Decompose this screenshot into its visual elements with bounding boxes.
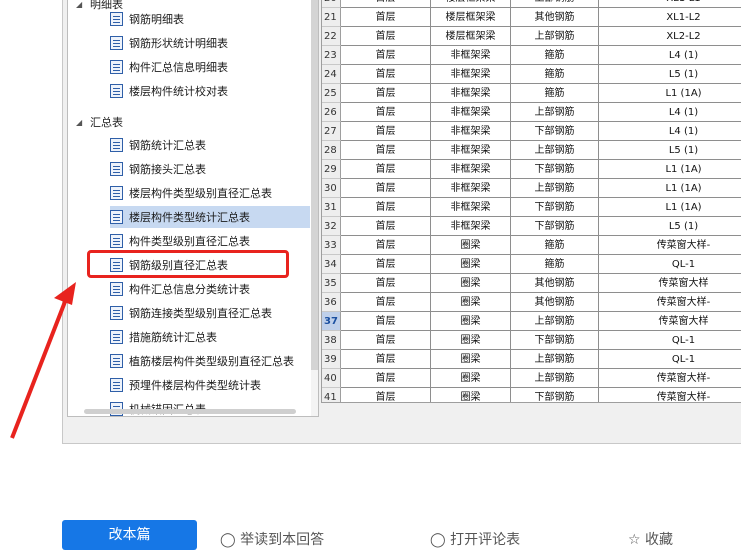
arrow-head-icon <box>54 282 76 305</box>
footer-action-3[interactable]: ☆ 收藏 <box>628 529 673 549</box>
footer-action-1[interactable]: ◯ 举读到本回答 <box>220 529 324 549</box>
footer-action-2[interactable]: ◯ 打开评论表 <box>430 529 520 549</box>
arrow-shaft <box>10 293 70 439</box>
footer-action-label: 打开评论表 <box>450 532 521 548</box>
footer-action-label: 举读到本回答 <box>240 532 325 548</box>
footer-action-label: 收藏 <box>645 532 674 548</box>
arrow-annotation <box>10 282 76 439</box>
primary-button[interactable]: 改本篇 <box>62 520 197 550</box>
